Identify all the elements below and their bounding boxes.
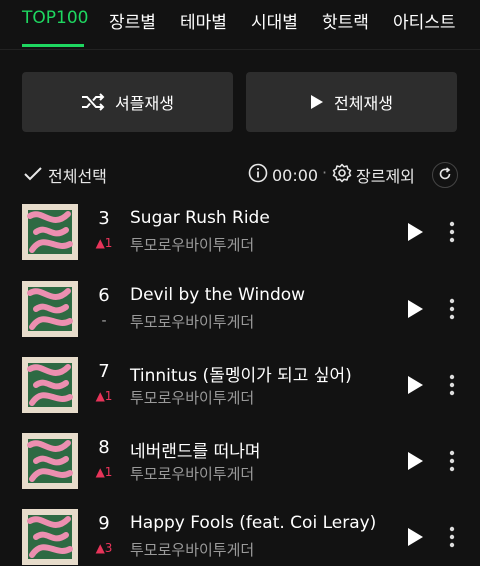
song-title[interactable]: 네버랜드를 떠나며 <box>130 437 261 462</box>
shuffle-play-button[interactable]: 셔플재생 <box>22 72 233 132</box>
more-options-icon[interactable] <box>448 525 456 553</box>
active-tab-indicator <box>22 44 84 47</box>
rank-change: - <box>101 313 107 329</box>
artist-name[interactable]: 투모로우바이투게더 <box>130 387 254 408</box>
song-title[interactable]: Devil by the Window <box>130 285 305 305</box>
rank-number: 9 <box>98 513 110 534</box>
song-title[interactable]: Sugar Rush Ride <box>130 208 270 228</box>
gear-icon <box>332 163 352 187</box>
play-icon[interactable] <box>406 375 424 399</box>
list-toolbar: 전체선택 00:00 · 장르제외 <box>0 160 480 192</box>
song-title[interactable]: Happy Fools (feat. Coi Leray) <box>130 513 376 533</box>
tab-top100[interactable]: TOP100 <box>22 8 88 28</box>
tab-hot-track[interactable]: 핫트랙 <box>322 8 369 33</box>
artist-name[interactable]: 투모로우바이투게더 <box>130 234 254 255</box>
more-options-icon[interactable] <box>448 373 456 401</box>
time-info[interactable]: 00:00 <box>248 163 318 187</box>
album-cover <box>22 357 78 413</box>
shuffle-icon <box>81 93 105 111</box>
rank-change: ▲1 <box>95 389 113 403</box>
tab-theme[interactable]: 테마별 <box>180 8 227 33</box>
album-cover <box>22 433 78 489</box>
select-all-label: 전체선택 <box>48 167 107 186</box>
check-icon <box>24 166 42 185</box>
track-row[interactable]: 8 ▲1 네버랜드를 떠나며 투모로우바이투게더 <box>0 433 480 495</box>
tab-era[interactable]: 시대별 <box>251 8 298 33</box>
artist-name[interactable]: 투모로우바이투게더 <box>130 463 254 484</box>
play-icon[interactable] <box>406 299 424 323</box>
album-cover <box>22 204 78 260</box>
track-row[interactable]: 9 ▲3 Happy Fools (feat. Coi Leray) 투모로우바… <box>0 509 480 566</box>
refresh-icon <box>438 166 452 185</box>
tab-genre[interactable]: 장르별 <box>109 8 156 33</box>
track-row[interactable]: 7 ▲1 Tinnitus (돌멩이가 되고 싶어) 투모로우바이투게더 <box>0 357 480 419</box>
more-options-icon[interactable] <box>448 297 456 325</box>
track-row[interactable]: 6 - Devil by the Window 투모로우바이투게더 <box>0 281 480 343</box>
tab-artist[interactable]: 아티스트 <box>393 8 456 33</box>
play-icon[interactable] <box>406 451 424 475</box>
more-options-icon[interactable] <box>448 449 456 477</box>
album-cover <box>22 509 78 565</box>
genre-exclude-label: 장르제외 <box>356 167 415 186</box>
rank-number: 8 <box>98 437 110 458</box>
select-all-button[interactable]: 전체선택 <box>24 163 107 187</box>
more-options-icon[interactable] <box>448 220 456 248</box>
rank-change: ▲3 <box>95 541 113 555</box>
rank-change: ▲1 <box>95 236 113 250</box>
play-icon[interactable] <box>406 222 424 246</box>
song-title[interactable]: Tinnitus (돌멩이가 되고 싶어) <box>130 361 352 386</box>
play-all-button[interactable]: 전체재생 <box>246 72 457 132</box>
rank-change: ▲1 <box>95 465 113 479</box>
separator-dot: · <box>322 163 328 182</box>
artist-name[interactable]: 투모로우바이투게더 <box>130 539 254 560</box>
category-tabs: TOP100 장르별 테마별 시대별 핫트랙 아티스트 <box>0 0 480 50</box>
rank-number: 6 <box>98 285 110 306</box>
album-cover <box>22 281 78 337</box>
artist-name[interactable]: 투모로우바이투게더 <box>130 311 254 332</box>
time-value: 00:00 <box>272 165 319 185</box>
rank-number: 7 <box>98 361 110 382</box>
play-icon[interactable] <box>406 527 424 551</box>
info-icon <box>248 163 268 187</box>
track-row[interactable]: 3 ▲1 Sugar Rush Ride 투모로우바이투게더 <box>0 204 480 266</box>
play-icon <box>310 94 324 110</box>
rank-number: 3 <box>98 208 110 229</box>
genre-exclude-button[interactable]: 장르제외 <box>332 163 415 187</box>
shuffle-play-label: 셔플재생 <box>115 94 174 113</box>
play-all-label: 전체재생 <box>334 94 393 113</box>
refresh-button[interactable] <box>432 162 458 188</box>
